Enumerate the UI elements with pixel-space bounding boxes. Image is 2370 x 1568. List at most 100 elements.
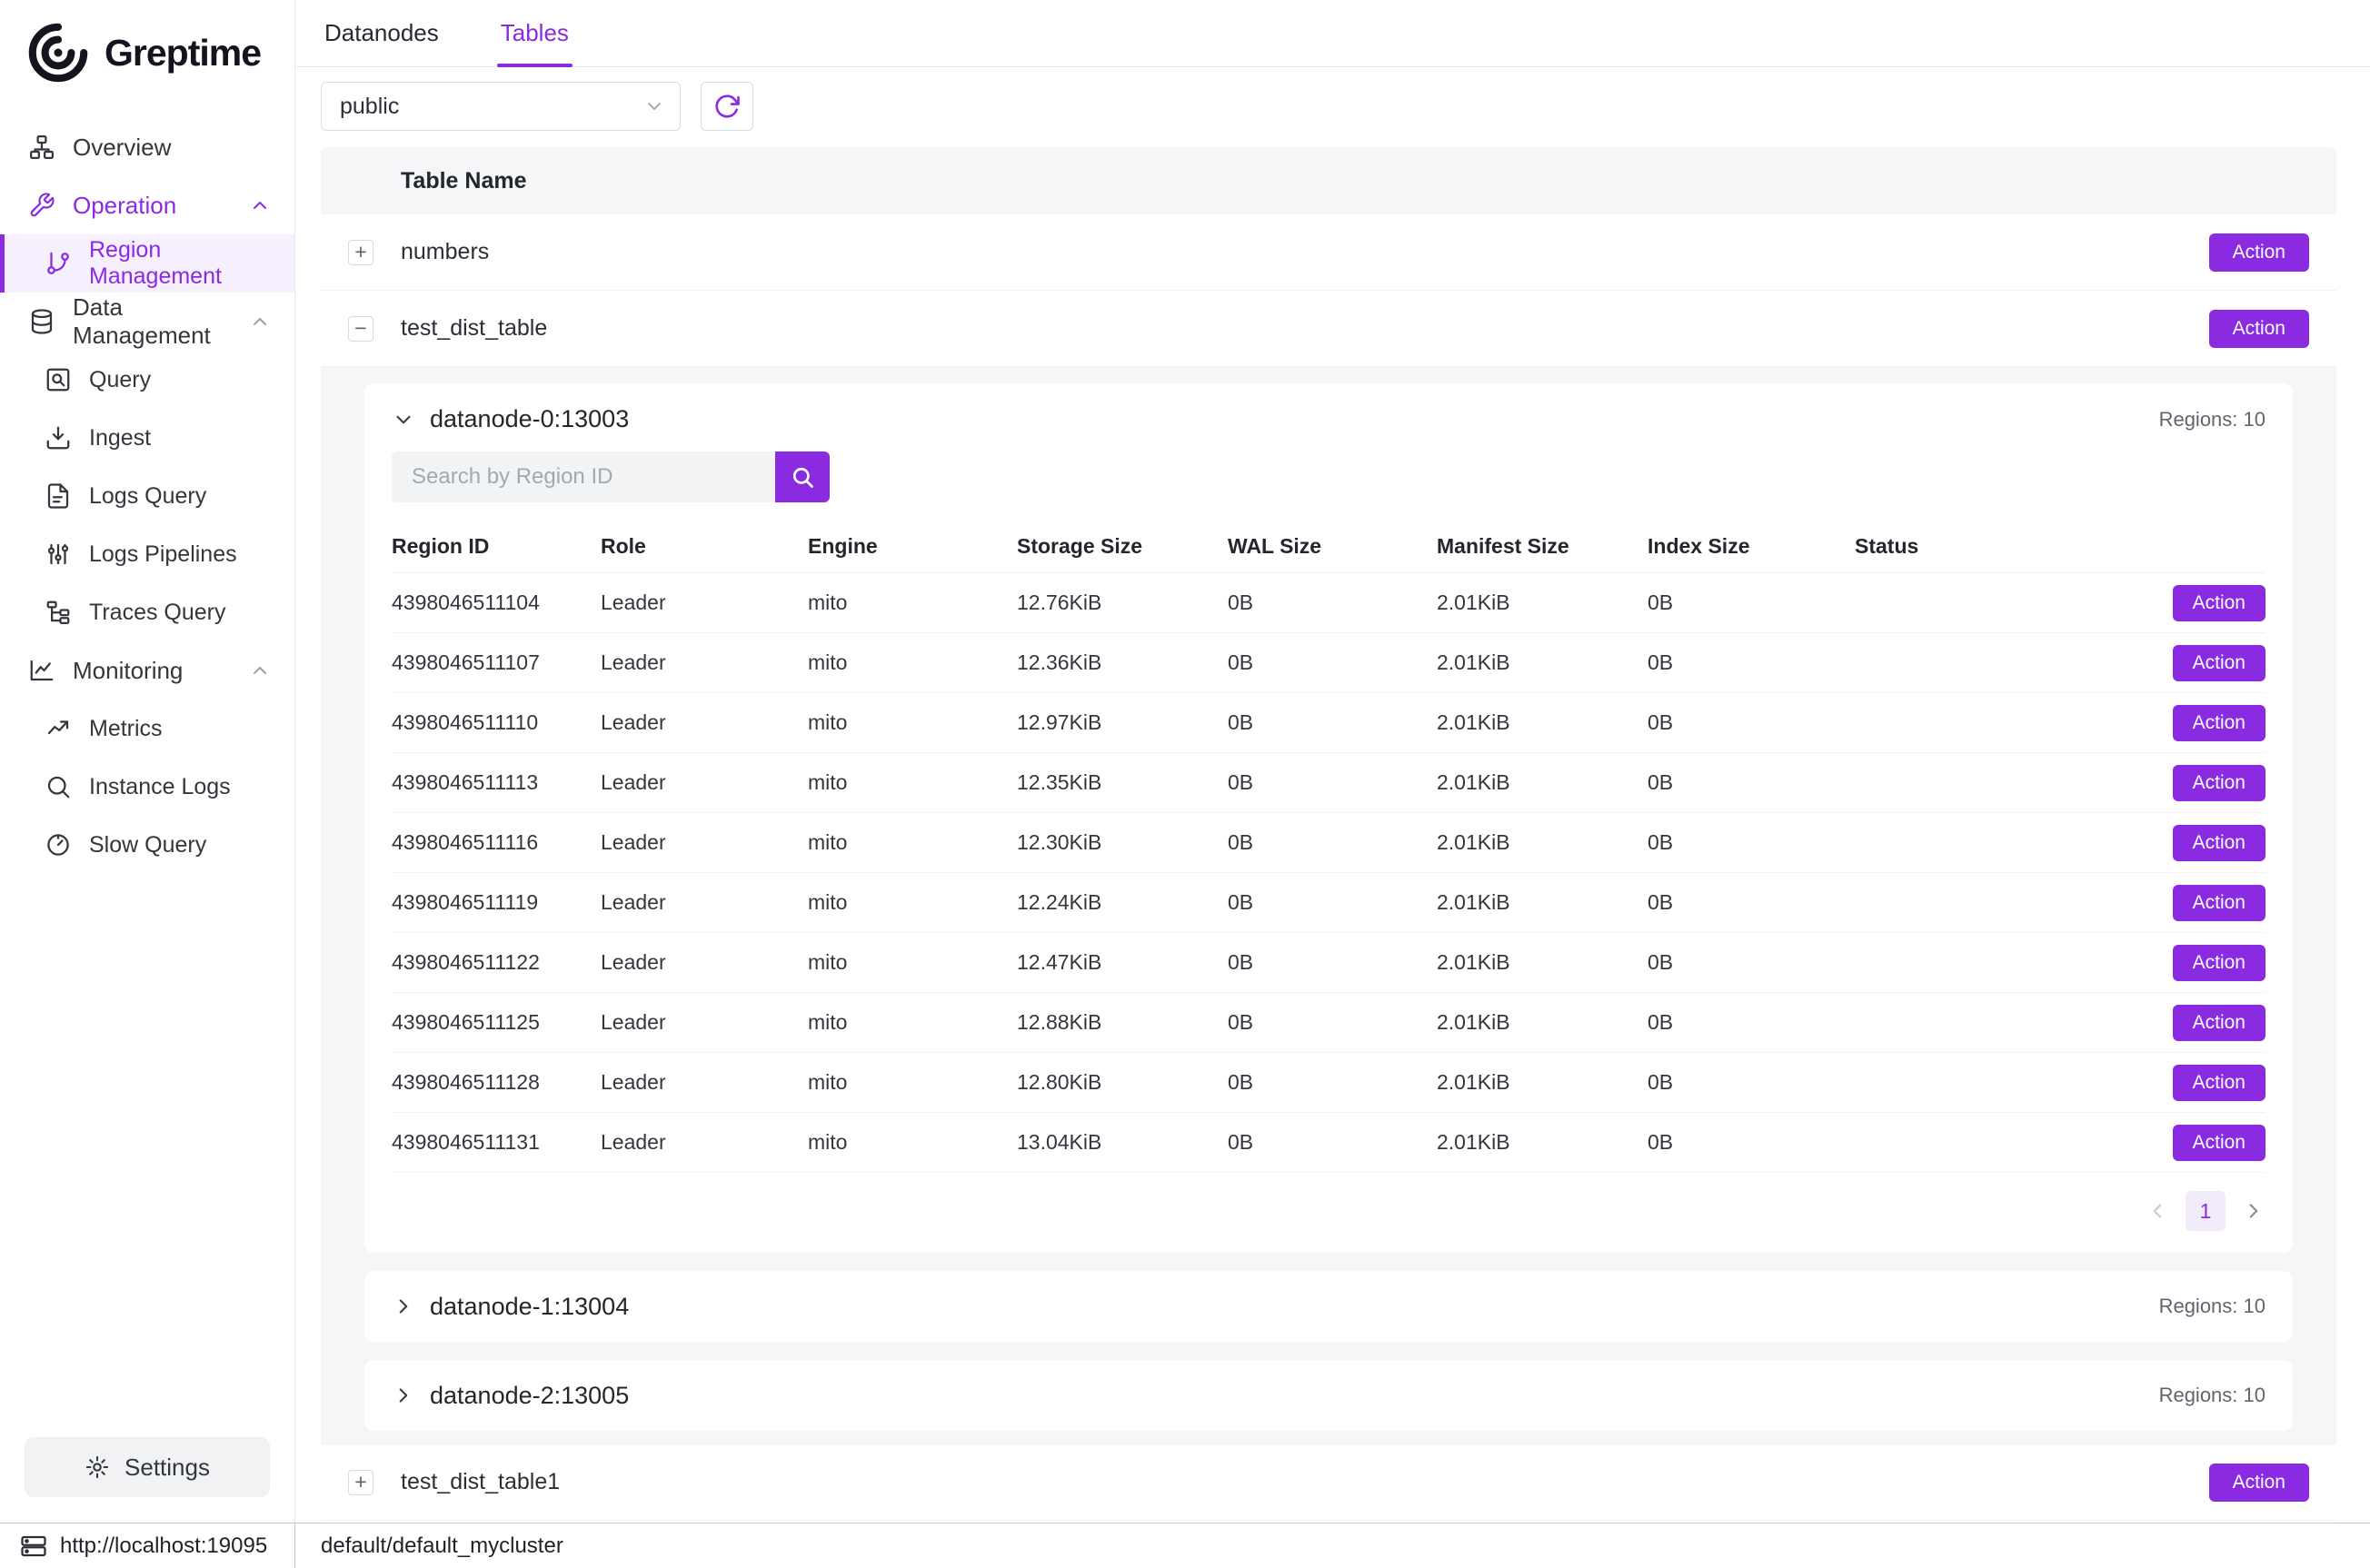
engine-cell: mito xyxy=(808,890,1017,915)
region-id-cell: 4398046511125 xyxy=(392,1010,601,1035)
expand-toggle-button[interactable]: + xyxy=(348,240,373,265)
index-size-cell: 0B xyxy=(1648,830,1855,855)
sidebar-item-monitoring[interactable]: Monitoring xyxy=(0,641,294,700)
action-button[interactable]: Action xyxy=(2173,765,2265,801)
pagination-prev-button[interactable] xyxy=(2146,1199,2169,1223)
sidebar-item-data-management[interactable]: Data Management xyxy=(0,293,294,351)
action-button[interactable]: Action xyxy=(2173,945,2265,981)
region-management-icon xyxy=(44,249,73,278)
action-button[interactable]: Action xyxy=(2209,310,2309,348)
refresh-icon xyxy=(713,93,741,120)
refresh-button[interactable] xyxy=(701,82,753,131)
engine-cell: mito xyxy=(808,1070,1017,1095)
wal-size-cell: 0B xyxy=(1228,770,1437,795)
sidebar-item-label: Logs Query xyxy=(89,483,206,510)
datanode-2-header[interactable]: datanode-2:13005 Regions: 10 xyxy=(364,1360,2293,1431)
pagination-next-button[interactable] xyxy=(2242,1199,2265,1223)
region-id-cell: 4398046511122 xyxy=(392,950,601,975)
role-cell: Leader xyxy=(601,1070,808,1095)
action-button[interactable]: Action xyxy=(2173,705,2265,741)
storage-size-cell: 12.76KiB xyxy=(1017,590,1228,615)
index-size-cell: 0B xyxy=(1648,650,1855,675)
sidebar-item-logs-pipelines[interactable]: Logs Pipelines xyxy=(0,525,294,583)
wal-size-cell: 0B xyxy=(1228,590,1437,615)
region-row: 4398046511113 Leader mito 12.35KiB 0B 2.… xyxy=(392,753,2265,813)
region-search xyxy=(364,452,2293,502)
table-name: test_dist_table xyxy=(401,315,547,342)
sidebar-item-label: Operation xyxy=(73,192,176,220)
action-button[interactable]: Action xyxy=(2209,233,2309,272)
engine-cell: mito xyxy=(808,1010,1017,1035)
sidebar-item-label: Instance Logs xyxy=(89,774,231,800)
region-search-input[interactable] xyxy=(392,452,775,502)
sidebar-item-instance-logs[interactable]: Instance Logs xyxy=(0,758,294,816)
action-button[interactable]: Action xyxy=(2173,1005,2265,1041)
region-id-cell: 4398046511116 xyxy=(392,830,601,855)
statusbar-host[interactable]: http://localhost:19095 xyxy=(0,1523,295,1568)
chevron-down-icon xyxy=(392,408,415,432)
chevron-up-icon xyxy=(249,660,271,681)
monitoring-icon xyxy=(27,656,56,685)
chevron-up-icon xyxy=(249,194,271,216)
expand-toggle-button[interactable]: − xyxy=(348,316,373,342)
wal-size-cell: 0B xyxy=(1228,830,1437,855)
statusbar-cluster: default/default_mycluster xyxy=(295,1533,563,1559)
action-button[interactable]: Action xyxy=(2173,585,2265,621)
action-button[interactable]: Action xyxy=(2173,885,2265,921)
sidebar-item-region-management[interactable]: Region Management xyxy=(0,234,294,293)
role-cell: Leader xyxy=(601,650,808,675)
tables-table-header: Table Name xyxy=(321,147,2336,214)
sidebar-item-metrics[interactable]: Metrics xyxy=(0,700,294,758)
region-row: 4398046511128 Leader mito 12.80KiB 0B 2.… xyxy=(392,1053,2265,1113)
datanode-title: datanode-1:13004 xyxy=(430,1293,629,1321)
action-button[interactable]: Action xyxy=(2173,1125,2265,1161)
sidebar-item-query[interactable]: Query xyxy=(0,351,294,409)
region-search-button[interactable] xyxy=(775,452,830,502)
sidebar-item-label: Query xyxy=(89,367,151,393)
sidebar-item-traces-query[interactable]: Traces Query xyxy=(0,583,294,641)
sidebar-item-slow-query[interactable]: Slow Query xyxy=(0,816,294,874)
storage-size-cell: 12.30KiB xyxy=(1017,830,1228,855)
manifest-size-cell: 2.01KiB xyxy=(1437,890,1648,915)
region-id-cell: 4398046511113 xyxy=(392,770,601,795)
table-row: + numbers Action xyxy=(321,214,2336,291)
datanode-title: datanode-0:13003 xyxy=(430,405,629,433)
region-row: 4398046511122 Leader mito 12.47KiB 0B 2.… xyxy=(392,933,2265,993)
action-button[interactable]: Action xyxy=(2173,825,2265,861)
region-id-cell: 4398046511107 xyxy=(392,650,601,675)
pagination: 1 xyxy=(364,1173,2293,1231)
sidebar-menu: Overview Operation xyxy=(0,98,294,874)
sidebar-item-label: Overview xyxy=(73,134,171,162)
regions-count-label: Regions: 10 xyxy=(2159,1384,2265,1407)
pagination-page-button[interactable]: 1 xyxy=(2186,1191,2226,1231)
region-row: 4398046511110 Leader mito 12.97KiB 0B 2.… xyxy=(392,693,2265,753)
metrics-icon xyxy=(44,714,73,743)
gear-icon xyxy=(85,1454,110,1480)
index-size-cell: 0B xyxy=(1648,1130,1855,1155)
action-button[interactable]: Action xyxy=(2173,645,2265,681)
manifest-size-cell: 2.01KiB xyxy=(1437,830,1648,855)
region-table: Region ID Role Engine Storage Size WAL S… xyxy=(392,521,2265,1173)
database-select[interactable]: public xyxy=(321,82,681,131)
sidebar-item-ingest[interactable]: Ingest xyxy=(0,409,294,467)
tab-datanodes[interactable]: Datanodes xyxy=(321,0,443,66)
chevron-right-icon xyxy=(392,1384,415,1407)
sidebar-item-operation[interactable]: Operation xyxy=(0,176,294,234)
manifest-size-cell: 2.01KiB xyxy=(1437,770,1648,795)
sidebar-item-label: Slow Query xyxy=(89,832,206,858)
tab-tables[interactable]: Tables xyxy=(497,0,573,66)
column-manifest-size: Manifest Size xyxy=(1437,534,1648,559)
action-button[interactable]: Action xyxy=(2173,1065,2265,1101)
sidebar-item-overview[interactable]: Overview xyxy=(0,118,294,176)
action-button[interactable]: Action xyxy=(2209,1464,2309,1502)
settings-button[interactable]: Settings xyxy=(25,1437,270,1497)
expand-toggle-button[interactable]: + xyxy=(348,1470,373,1495)
datanode-1-header[interactable]: datanode-1:13004 Regions: 10 xyxy=(364,1271,2293,1342)
manifest-size-cell: 2.01KiB xyxy=(1437,950,1648,975)
content: public Table Name xyxy=(295,67,2370,1523)
sidebar-item-logs-query[interactable]: Logs Query xyxy=(0,467,294,525)
datanode-0-header[interactable]: datanode-0:13003 Regions: 10 xyxy=(364,383,2293,452)
engine-cell: mito xyxy=(808,590,1017,615)
column-wal-size: WAL Size xyxy=(1228,534,1437,559)
column-region-id: Region ID xyxy=(392,534,601,559)
